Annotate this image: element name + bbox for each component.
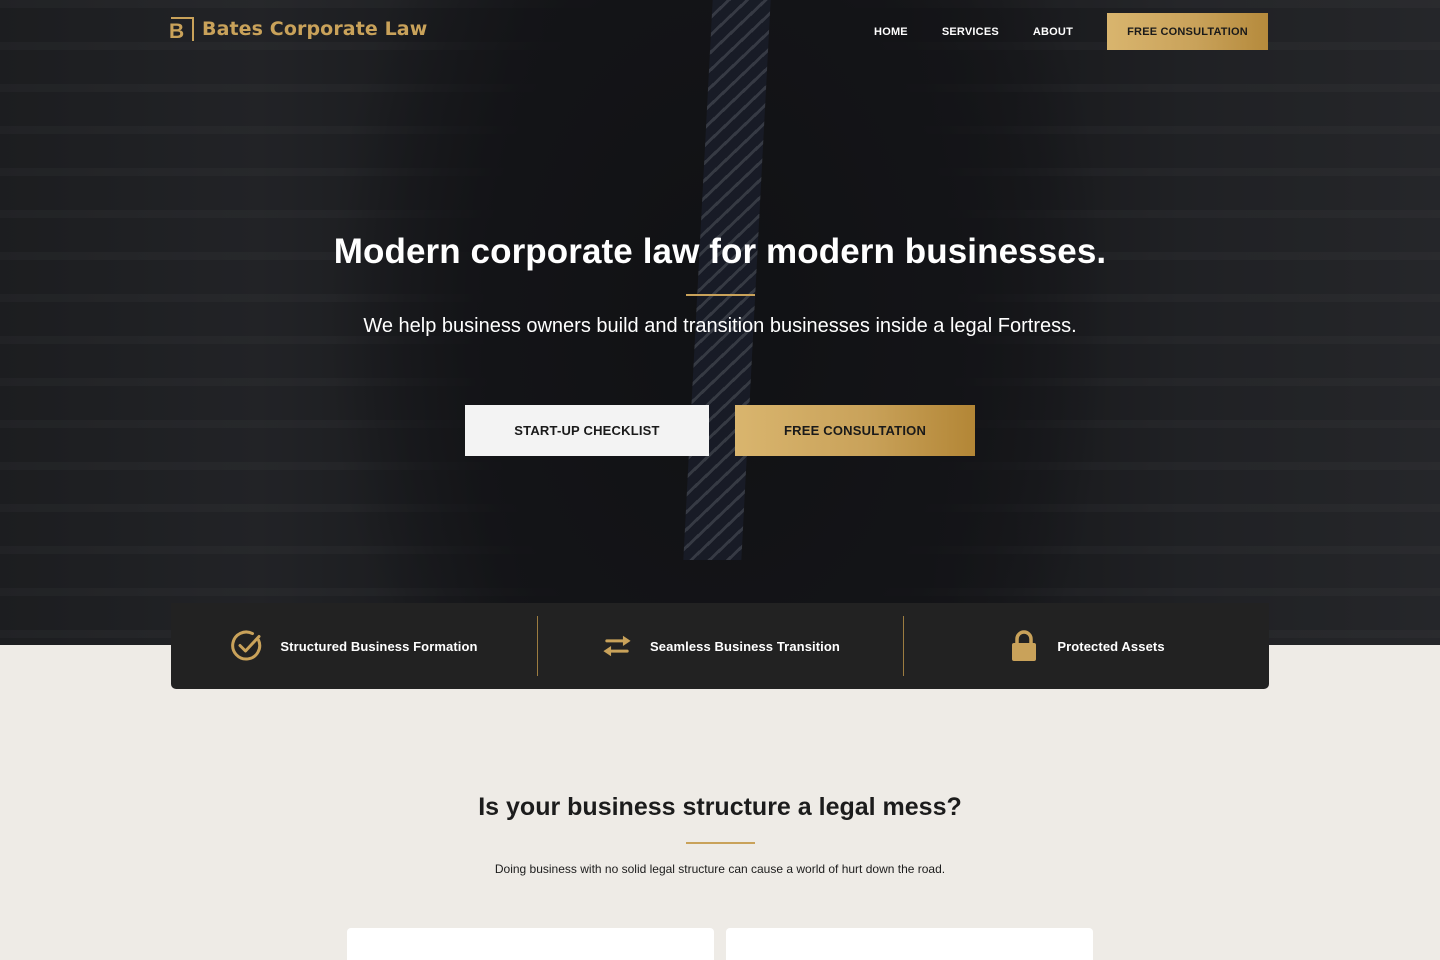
nav-item-about[interactable]: ABOUT: [1033, 26, 1073, 38]
feature-item-assets: Protected Assets: [903, 603, 1269, 689]
logo-mark-icon: B: [169, 17, 194, 43]
nav-item-services[interactable]: SERVICES: [942, 26, 999, 38]
feature-item-formation: Structured Business Formation: [171, 603, 537, 689]
content-card: [726, 928, 1093, 960]
feature-item-transition: Seamless Business Transition: [537, 603, 903, 689]
hero-title: Modern corporate law for modern business…: [333, 232, 1107, 271]
section-subtitle: Doing business with no solid legal struc…: [494, 862, 946, 876]
hero-subtitle: We help business owners build and transi…: [363, 315, 1077, 337]
logo-letter: B: [169, 20, 185, 43]
hero-free-consultation-button[interactable]: FREE CONSULTATION: [735, 405, 975, 456]
top-navigation: B Bates Corporate Law HOME SERVICES ABOU…: [0, 0, 1440, 64]
lock-icon: [1007, 629, 1041, 663]
nav-links: HOME SERVICES ABOUT FREE CONSULTATION: [874, 13, 1268, 50]
section-title: Is your business structure a legal mess?: [478, 793, 962, 821]
feature-label: Protected Assets: [1057, 638, 1165, 654]
feature-label: Seamless Business Transition: [650, 638, 840, 654]
feature-label: Structured Business Formation: [280, 638, 478, 654]
section-title-divider: [686, 842, 755, 844]
brand-name: Bates Corporate Law: [202, 18, 428, 40]
nav-item-home[interactable]: HOME: [874, 26, 908, 38]
check-circle-icon: [230, 629, 264, 663]
content-card: [347, 928, 714, 960]
swap-arrows-icon: [600, 629, 634, 663]
startup-checklist-button[interactable]: START-UP CHECKLIST: [465, 405, 709, 456]
hero-title-divider: [686, 294, 755, 296]
nav-free-consultation-button[interactable]: FREE CONSULTATION: [1107, 13, 1268, 50]
brand-logo[interactable]: B Bates Corporate Law: [169, 17, 428, 43]
feature-bar: Structured Business Formation Seamless B…: [171, 603, 1269, 689]
